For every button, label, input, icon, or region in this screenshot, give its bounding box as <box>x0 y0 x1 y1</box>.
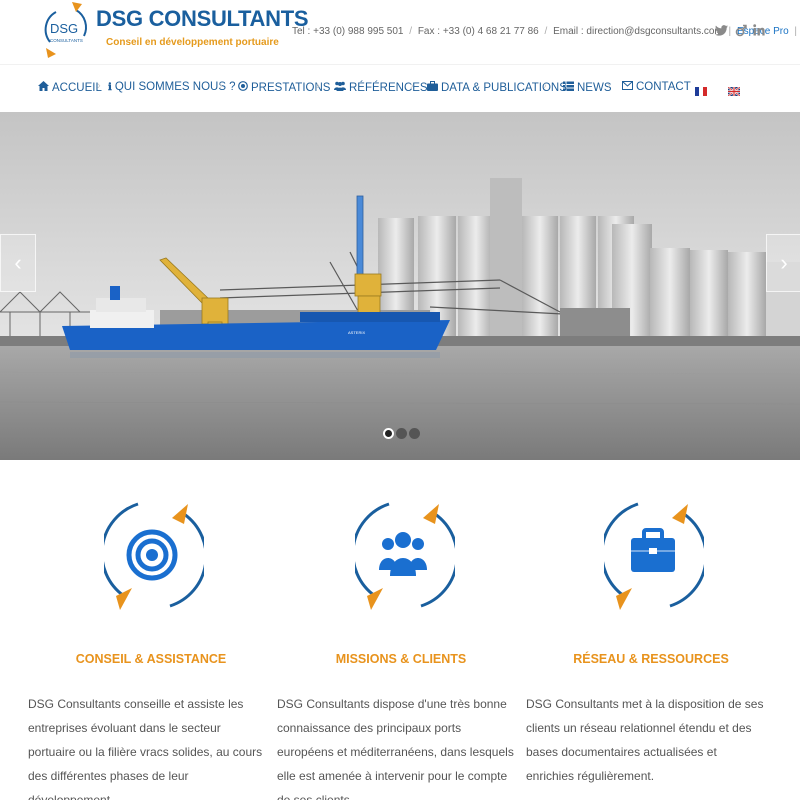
site-header: DSG CONSULTANTS DSG CONSULTANTS Conseil … <box>0 0 800 64</box>
slider-prev-button[interactable]: ‹ <box>0 234 36 292</box>
slider-dots <box>383 428 420 439</box>
chevron-right-icon: › <box>97 80 101 92</box>
nav-label: CONTACT <box>636 81 691 93</box>
briefcase-icon <box>427 81 438 94</box>
users-icon <box>379 532 427 576</box>
brand-name[interactable]: DSG CONSULTANTS <box>96 6 309 32</box>
feature-title: MISSIONS & CLIENTS <box>335 652 467 666</box>
feature-text: DSG Consultants conseille et assiste les… <box>28 697 263 800</box>
home-icon <box>38 81 49 94</box>
slider-next-button[interactable]: › <box>766 234 800 292</box>
nav-label: ACCUEIL <box>52 81 102 94</box>
chevron-right-icon: › <box>780 250 788 275</box>
nav-item-news[interactable]: NEWS <box>563 81 612 94</box>
feature-icon-missions <box>351 500 459 610</box>
logo-text: DSG <box>50 21 78 36</box>
gender-icon[interactable] <box>734 22 748 38</box>
info-icon: ℹ <box>108 81 112 93</box>
flag-fr-icon[interactable] <box>695 83 707 96</box>
feature-text: DSG Consultants met à la disposition de … <box>526 697 764 783</box>
nav-label: RÉFÉRENCES <box>349 81 428 94</box>
chevron-left-icon: ‹ <box>14 250 22 275</box>
fax-text: Fax : +33 (0) 4 68 21 77 86 <box>417 26 539 37</box>
nav-label: QUI SOMMES NOUS ? <box>114 81 236 93</box>
slider-dot[interactable] <box>396 428 407 439</box>
slider-dot[interactable] <box>383 428 394 439</box>
nav-item-accueil[interactable]: ACCUEIL <box>38 81 102 94</box>
nav-item-contact[interactable]: CONTACT <box>622 81 691 93</box>
feature-icon-reseau <box>600 500 708 610</box>
slider-dot[interactable] <box>409 428 420 439</box>
target-icon <box>126 529 178 581</box>
feature-icon-conseil <box>100 500 208 610</box>
email-link[interactable]: Email : direction@dsgconsultants.com <box>553 26 723 37</box>
envelope-icon <box>622 81 633 93</box>
flag-uk-icon[interactable] <box>727 83 741 97</box>
feature-title: CONSEIL & ASSISTANCE <box>75 652 227 666</box>
list-icon <box>563 81 574 94</box>
nav-item-qui-sommes-nous[interactable]: ℹ QUI SOMMES NOUS ? <box>108 81 236 93</box>
chevron-right-icon: › <box>316 80 320 92</box>
chevron-right-icon: › <box>607 80 611 92</box>
logo-subtext: CONSULTANTS <box>50 38 83 43</box>
phone-text: Tel : +33 (0) 988 995 501 <box>292 26 404 37</box>
ship-name: ASTERIX <box>348 330 365 335</box>
chevron-right-icon: › <box>410 80 414 92</box>
brand-tagline: Conseil en développement portuaire <box>106 37 279 48</box>
main-nav: ACCUEIL › ℹ QUI SOMMES NOUS ? › PRESTATI… <box>0 64 800 112</box>
target-icon <box>238 81 248 94</box>
port-image: ASTERIX <box>0 112 800 460</box>
chevron-right-icon: › <box>219 80 223 92</box>
twitter-icon[interactable] <box>714 22 728 38</box>
logo[interactable]: DSG CONSULTANTS <box>42 2 92 58</box>
chevron-right-icon: › <box>543 80 547 92</box>
hero-slider[interactable]: ASTERIX ‹ › <box>0 112 800 460</box>
briefcase-icon <box>631 528 675 572</box>
feature-title: RÉSEAU & RESSOURCES <box>573 652 729 666</box>
users-icon <box>334 81 346 94</box>
nav-label: DATA & PUBLICATIONS <box>441 81 567 94</box>
feature-text: DSG Consultants dispose d'une très bonne… <box>277 697 514 800</box>
linkedin-icon[interactable] <box>752 22 766 38</box>
